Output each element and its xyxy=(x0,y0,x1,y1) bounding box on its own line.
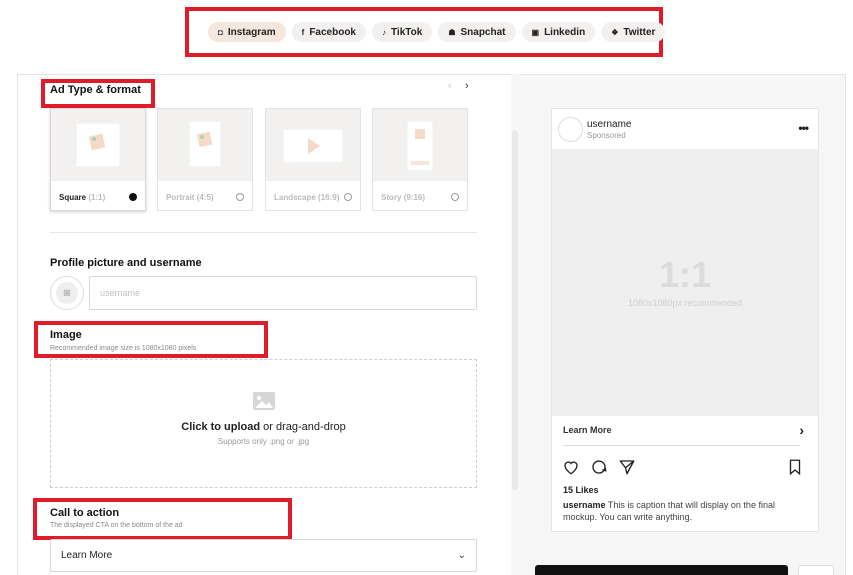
format-label: Square (1:1) xyxy=(59,193,106,202)
avatar-upload[interactable]: ◙ xyxy=(50,276,84,310)
tab-label: Snapchat xyxy=(460,26,506,38)
chevron-right-icon[interactable]: › xyxy=(799,422,804,438)
post-ratio: 1:1 xyxy=(658,254,712,295)
post-sponsored-label: Sponsored xyxy=(587,131,626,140)
camera-icon: ◙ xyxy=(56,282,78,304)
cta-subtitle: The displayed CTA on the bottom of the a… xyxy=(50,522,183,529)
format-label: Story (9:16) xyxy=(381,193,426,202)
format-label: Portrait (4:5) xyxy=(166,193,214,202)
tab-label: Instagram xyxy=(227,26,276,38)
post-actions xyxy=(562,458,636,476)
cta-title: Call to action xyxy=(50,507,120,519)
format-thumb xyxy=(51,109,145,181)
post-divider xyxy=(563,445,800,446)
story-format-icon xyxy=(406,120,434,172)
landscape-format-icon xyxy=(282,128,344,164)
post-cta-label[interactable]: Learn More xyxy=(563,425,612,435)
post-username: username xyxy=(587,119,632,130)
instagram-icon: ◘ xyxy=(218,27,223,37)
image-subtitle: Recommended image size is 1080x1080 pixe… xyxy=(50,345,197,352)
cta-select[interactable]: Learn More ⌄ xyxy=(50,539,477,572)
snapchat-icon: ☗ xyxy=(448,27,456,37)
cta-selected-value: Learn More xyxy=(61,550,113,561)
upload-format-hint: Supports only .png or .jpg xyxy=(217,437,310,446)
tab-label: Facebook xyxy=(309,26,356,38)
heart-icon[interactable] xyxy=(562,458,580,476)
twitter-icon: ❖ xyxy=(611,27,619,37)
image-icon xyxy=(253,392,275,410)
upload-link[interactable]: Click to upload xyxy=(181,421,260,433)
format-radio[interactable] xyxy=(451,193,459,201)
post-likes: 15 Likes xyxy=(563,485,599,495)
portrait-format-icon xyxy=(188,120,222,168)
instagram-post-preview: username Sponsored ••• 1:1 1080x1080px r… xyxy=(551,108,819,532)
linkedin-icon: ▣ xyxy=(531,27,540,37)
tab-label: TikTok xyxy=(391,26,423,38)
download-button[interactable] xyxy=(535,565,788,575)
format-radio[interactable] xyxy=(236,193,244,201)
share-icon[interactable] xyxy=(618,458,636,476)
tab-snapchat[interactable]: ☗ Snapchat xyxy=(438,22,516,42)
tab-label: Twitter xyxy=(623,26,656,38)
square-format-icon xyxy=(75,122,121,168)
chevron-right-icon[interactable]: › xyxy=(465,80,469,92)
format-card-story[interactable]: Story (9:16) xyxy=(372,108,468,211)
comment-icon[interactable] xyxy=(590,458,608,476)
image-title: Image xyxy=(50,329,82,341)
format-radio[interactable] xyxy=(129,193,137,201)
format-thumb xyxy=(158,109,252,181)
post-size-hint: 1080x1080px recommended xyxy=(627,298,743,308)
format-card-portrait[interactable]: Portrait (4:5) xyxy=(157,108,253,211)
editor-scrollbar[interactable] xyxy=(511,74,519,575)
more-options-icon[interactable]: ••• xyxy=(798,121,809,135)
tab-tiktok[interactable]: ♪ TikTok xyxy=(372,22,433,42)
section-divider xyxy=(50,232,477,233)
image-upload-dropzone[interactable]: Click to upload or drag-and-drop Support… xyxy=(50,359,477,488)
bookmark-icon[interactable] xyxy=(786,458,804,476)
ad-type-title: Ad Type & format xyxy=(50,84,141,96)
scrollbar-thumb[interactable] xyxy=(512,130,518,490)
format-label: Landscape (16:9) xyxy=(274,193,340,202)
tab-label: Linkedin xyxy=(544,26,586,38)
cta-section-highlight xyxy=(33,498,292,540)
post-caption: username This is caption that will displ… xyxy=(563,500,775,522)
secondary-button[interactable] xyxy=(798,565,834,575)
post-image-placeholder: 1:1 1080x1080px recommended xyxy=(552,149,818,416)
facebook-icon: f xyxy=(301,27,305,37)
tab-twitter[interactable]: ❖ Twitter xyxy=(601,22,666,42)
post-avatar xyxy=(558,117,583,142)
tab-instagram[interactable]: ◘ Instagram xyxy=(208,22,286,42)
format-radio[interactable] xyxy=(344,193,352,201)
tab-facebook[interactable]: f Facebook xyxy=(291,22,366,42)
username-input[interactable] xyxy=(89,276,477,310)
platform-tabs: ◘ Instagram f Facebook ♪ TikTok ☗ Snapchat ▣… xyxy=(208,22,666,42)
upload-instruction: Click to upload or drag-and-drop xyxy=(181,421,346,433)
tab-linkedin[interactable]: ▣ Linkedin xyxy=(521,22,596,42)
profile-title: Profile picture and username xyxy=(50,257,202,269)
format-card-square[interactable]: Square (1:1) xyxy=(50,108,146,211)
format-thumb xyxy=(266,109,360,181)
chevron-left-icon[interactable]: ‹ xyxy=(448,80,452,92)
format-thumb xyxy=(373,109,467,181)
tiktok-icon: ♪ xyxy=(382,27,386,37)
format-card-landscape[interactable]: Landscape (16:9) xyxy=(265,108,361,211)
chevron-down-icon: ⌄ xyxy=(457,550,466,561)
